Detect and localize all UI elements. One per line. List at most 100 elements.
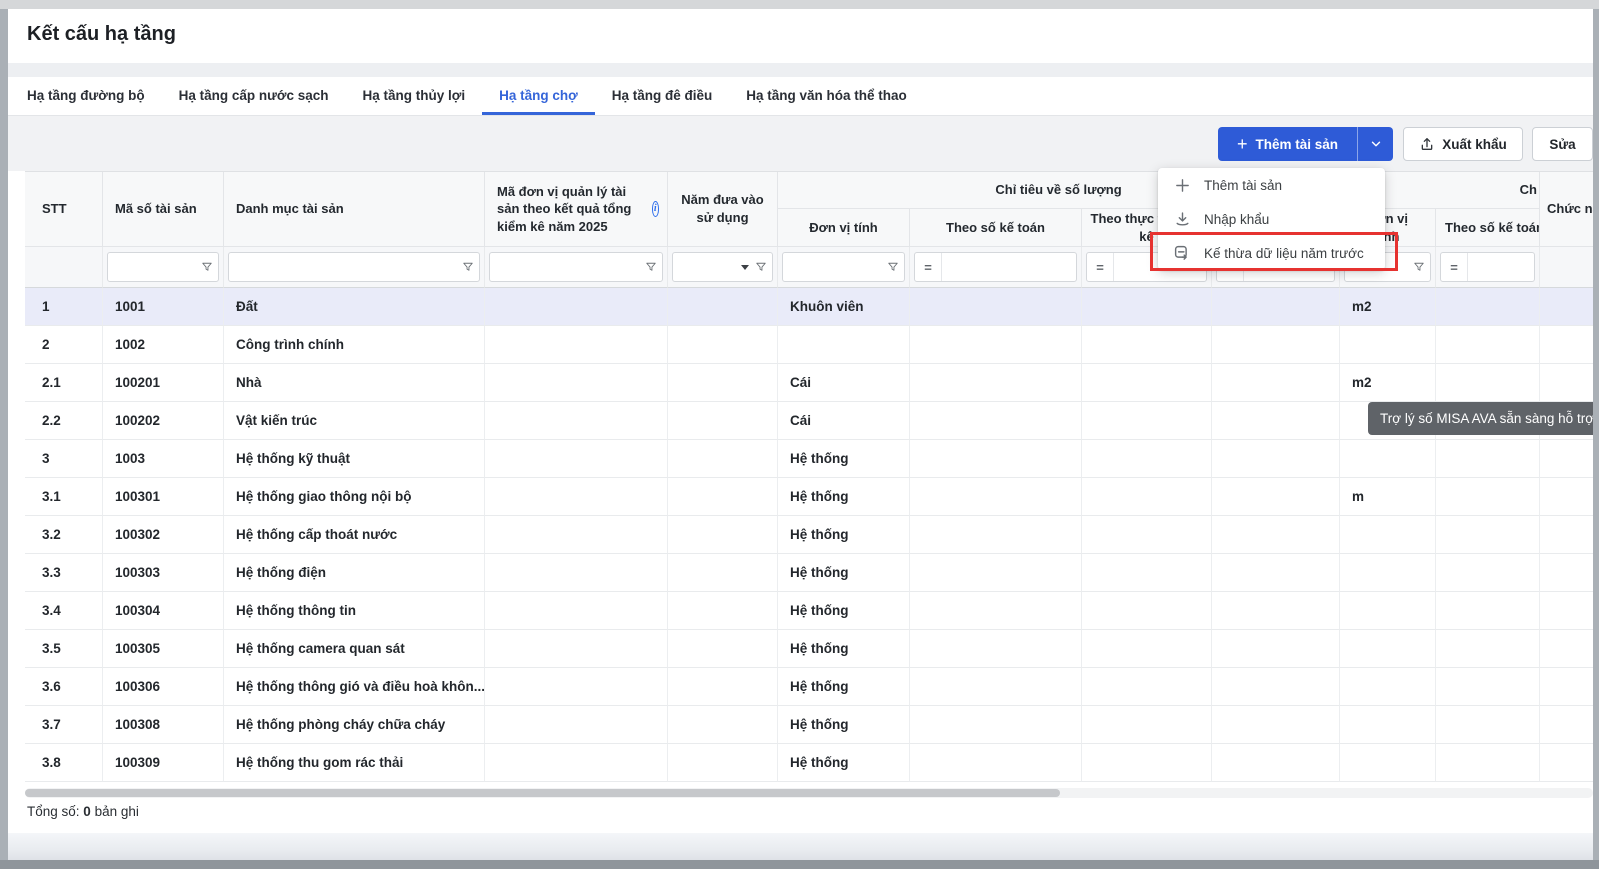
table-row[interactable]: 3.7100308Hệ thống phòng cháy chữa cháyHệ…: [25, 706, 1593, 744]
filter-input-icons: [462, 253, 474, 281]
equals-operator: =: [915, 253, 942, 281]
filter-input-7[interactable]: =: [914, 252, 1077, 282]
cell-r1-c7: [910, 288, 1082, 326]
info-icon[interactable]: i: [652, 201, 659, 217]
cell-r1-c1: 1: [25, 288, 103, 326]
filter-funnel-icon[interactable]: [645, 261, 657, 273]
column-header-3: Danh mục tài sản: [224, 172, 485, 247]
filter-funnel-icon[interactable]: [887, 261, 899, 273]
cell-r3-c5: [668, 364, 778, 402]
table-row[interactable]: 3.4100304Hệ thống thông tinHệ thống: [25, 592, 1593, 630]
window-top-border: [0, 0, 1599, 9]
cell-r11-c12: [1540, 668, 1593, 706]
cell-r8-c6: Hệ thống: [778, 554, 910, 592]
cell-r6-c7: [910, 478, 1082, 516]
cell-r9-c7: [910, 592, 1082, 630]
filter-input-5[interactable]: [672, 252, 773, 282]
filter-input-11[interactable]: =: [1440, 252, 1535, 282]
filter-input-6[interactable]: [782, 252, 905, 282]
filter-cell-5: [668, 247, 778, 288]
cell-r10-c11: [1436, 630, 1540, 668]
cell-r8-c9: [1212, 554, 1340, 592]
menu-item-2[interactable]: Nhập khẩu: [1158, 202, 1385, 236]
tab-4[interactable]: Hạ tầng chợ: [482, 77, 595, 115]
cell-r2-c7: [910, 326, 1082, 364]
cell-r6-c1: 3.1: [25, 478, 103, 516]
filter-input-4[interactable]: [489, 252, 663, 282]
table-row[interactable]: 2.1100201NhàCáim2: [25, 364, 1593, 402]
add-asset-dropdown-toggle[interactable]: [1357, 127, 1393, 161]
cell-r7-c1: 3.2: [25, 516, 103, 554]
cell-r4-c3: Vật kiến trúc: [224, 402, 485, 440]
cell-r13-c10: [1340, 744, 1436, 782]
table-row[interactable]: 31003Hệ thống kỹ thuậtHệ thống: [25, 440, 1593, 478]
filter-funnel-icon[interactable]: [462, 261, 474, 273]
cell-r5-c12: [1540, 440, 1593, 478]
cell-r5-c3: Hệ thống kỹ thuật: [224, 440, 485, 478]
cell-r10-c6: Hệ thống: [778, 630, 910, 668]
cell-r7-c8: [1082, 516, 1212, 554]
cell-r1-c12: [1540, 288, 1593, 326]
filter-funnel-icon[interactable]: [1413, 261, 1425, 273]
tab-bar: Hạ tầng đường bộHạ tầng cấp nước sạchHạ …: [8, 77, 1593, 116]
cell-r5-c2: 1003: [103, 440, 224, 478]
table-row[interactable]: 3.8100309Hệ thống thu gom rác thảiHệ thố…: [25, 744, 1593, 782]
menu-item-label: Nhập khẩu: [1204, 212, 1269, 227]
export-icon: [1419, 136, 1435, 152]
cell-r6-c3: Hệ thống giao thông nội bộ: [224, 478, 485, 516]
tab-3[interactable]: Hạ tầng thủy lợi: [346, 77, 483, 115]
table-row[interactable]: 2.2100202Vật kiến trúcCái: [25, 402, 1593, 440]
table-row[interactable]: 3.6100306Hệ thống thông gió và điều hoà …: [25, 668, 1593, 706]
tab-6[interactable]: Hạ tầng văn hóa thể thao: [729, 77, 924, 115]
menu-item-3[interactable]: Kế thừa dữ liệu năm trước: [1158, 236, 1385, 270]
cell-r7-c5: [668, 516, 778, 554]
menu-item-1[interactable]: Thêm tài sản: [1158, 168, 1385, 202]
horizontal-scrollbar-thumb[interactable]: [25, 789, 1060, 797]
cell-r8-c4: [485, 554, 668, 592]
filter-cell-12: [1540, 247, 1593, 288]
cell-r5-c10: [1340, 440, 1436, 478]
cell-r12-c3: Hệ thống phòng cháy chữa cháy: [224, 706, 485, 744]
add-asset-button-label: Thêm tài sản: [1255, 137, 1338, 152]
cell-r11-c5: [668, 668, 778, 706]
tab-2[interactable]: Hạ tầng cấp nước sạch: [162, 77, 346, 115]
cell-r10-c2: 100305: [103, 630, 224, 668]
cell-r6-c12: [1540, 478, 1593, 516]
table-row[interactable]: 3.1100301Hệ thống giao thông nội bộHệ th…: [25, 478, 1593, 516]
record-count: Tổng số: 0 bản ghi: [27, 804, 139, 819]
record-count-label: Tổng số:: [27, 804, 80, 819]
window-bottom-band: [8, 833, 1593, 860]
horizontal-scrollbar[interactable]: [25, 788, 1593, 798]
cell-r9-c8: [1082, 592, 1212, 630]
tab-5[interactable]: Hạ tầng đê điều: [595, 77, 730, 115]
table-row[interactable]: 3.5100305Hệ thống camera quan sátHệ thốn…: [25, 630, 1593, 668]
tab-1[interactable]: Hạ tầng đường bộ: [10, 77, 162, 115]
table-row[interactable]: 3.2100302Hệ thống cấp thoát nướcHệ thống: [25, 516, 1593, 554]
cell-r4-c9: [1212, 402, 1340, 440]
filter-input-2[interactable]: [107, 252, 219, 282]
filter-funnel-icon[interactable]: [201, 261, 213, 273]
cell-r2-c12: [1540, 326, 1593, 364]
page-title: Kết cấu hạ tầng: [27, 23, 176, 46]
cell-r8-c3: Hệ thống điện: [224, 554, 485, 592]
cell-r12-c8: [1082, 706, 1212, 744]
filter-input-3[interactable]: [228, 252, 480, 282]
edit-button[interactable]: Sửa: [1532, 127, 1593, 161]
table-row[interactable]: 3.3100303Hệ thống điệnHệ thống: [25, 554, 1593, 592]
table-row[interactable]: 21002Công trình chính: [25, 326, 1593, 364]
column-header-7: Theo số kế toán: [910, 209, 1082, 247]
add-asset-button[interactable]: + Thêm tài sản: [1218, 127, 1357, 161]
cell-r8-c1: 3.3: [25, 554, 103, 592]
cell-r2-c3: Công trình chính: [224, 326, 485, 364]
cell-r13-c7: [910, 744, 1082, 782]
table-row[interactable]: 11001ĐấtKhuôn viênm2: [25, 288, 1593, 326]
filter-funnel-icon[interactable]: [755, 261, 767, 273]
cell-r10-c1: 3.5: [25, 630, 103, 668]
dropdown-caret-icon[interactable]: [741, 265, 749, 270]
export-button[interactable]: Xuất khẩu: [1403, 127, 1523, 161]
cell-r5-c5: [668, 440, 778, 478]
cell-r11-c11: [1436, 668, 1540, 706]
cell-r9-c12: [1540, 592, 1593, 630]
cell-r3-c8: [1082, 364, 1212, 402]
cell-r1-c4: [485, 288, 668, 326]
